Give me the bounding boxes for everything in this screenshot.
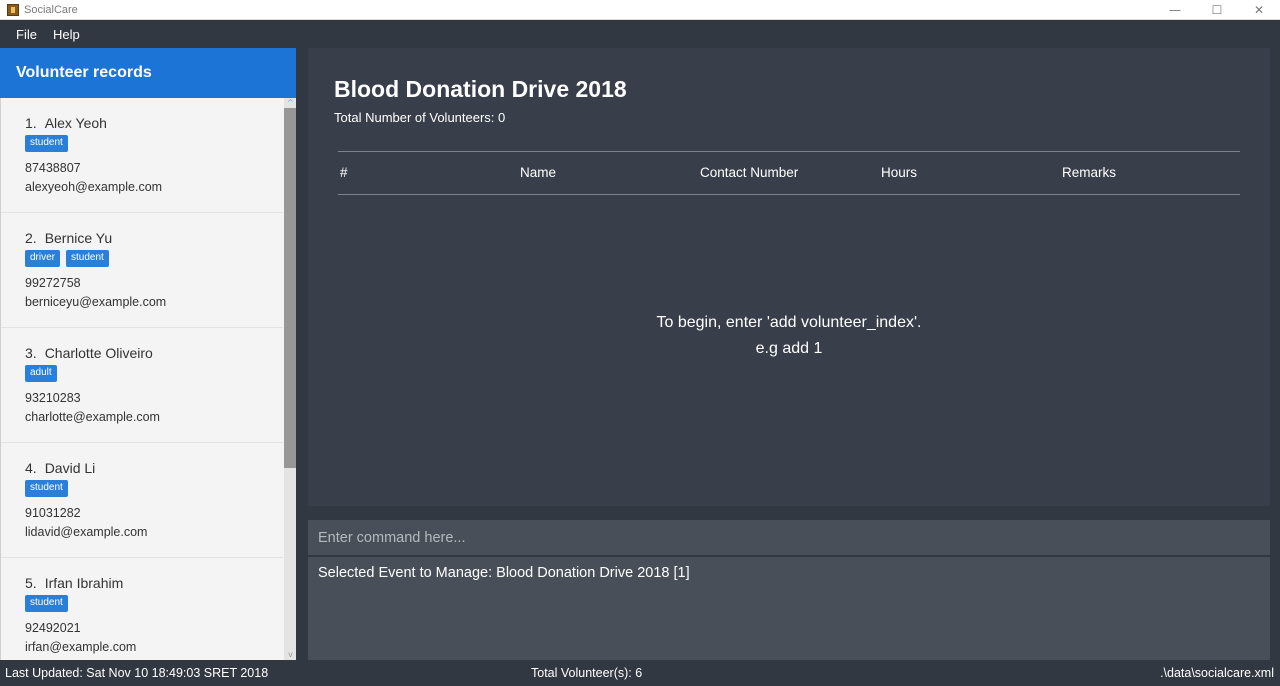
event-title: Blood Donation Drive 2018 [334,76,627,102]
result-text: Selected Event to Manage: Blood Donation… [318,565,690,581]
volunteer-name: Irfan Ibrahim [44,575,124,591]
volunteer-list-scrollbar[interactable]: ^ v [284,98,296,660]
column-remarks: Remarks [1062,165,1117,180]
empty-table-message: To begin, enter 'add volunteer_index'. e… [308,310,1270,362]
column-index: # [340,165,348,180]
volunteer-index: 3. [25,345,37,361]
volunteer-phone: 93210283 [25,391,81,405]
volunteer-card[interactable]: 3. Charlotte Oliveiro adult 93210283 char… [1,328,283,443]
volunteer-email: berniceyu@example.com [25,295,167,309]
volunteer-phone: 91031282 [25,506,81,520]
empty-message-line1: To begin, enter 'add volunteer_index'. [656,314,922,331]
column-hours: Hours [881,165,918,180]
volunteer-email: alexyeoh@example.com [25,180,163,194]
volunteer-email: lidavid@example.com [25,525,148,539]
status-bar: Last Updated: Sat Nov 10 18:49:03 SRET 2… [0,660,1280,686]
total-volunteers-status: Total Volunteer(s): 6 [531,666,643,680]
volunteer-tags: student [25,135,68,152]
volunteer-email: irfan@example.com [25,640,137,654]
volunteer-index: 4. [25,460,37,476]
volunteer-list: 1. Alex Yeoh student 87438807 alexyeoh@ex… [0,98,296,660]
event-volunteer-table-header: # Name Contact Number Hours Remarks [338,151,1240,195]
event-volunteer-count: Total Number of Volunteers: 0 [334,110,506,125]
menu-file[interactable]: File [8,27,45,42]
menu-bar: File Help [0,21,1280,48]
event-panel: Blood Donation Drive 2018 Total Number o… [308,48,1270,506]
volunteer-tags: adult [25,365,57,382]
window-title: SocialCare [24,3,78,16]
volunteer-email: charlotte@example.com [25,410,160,424]
window-title-bar: SocialCare — ☐ ✕ [0,0,1280,20]
volunteer-name: Bernice Yu [44,230,113,246]
window-controls: — ☐ ✕ [1154,0,1280,20]
tag-badge: driver [25,250,61,267]
volunteer-phone: 87438807 [25,161,81,175]
tag-badge: student [25,135,68,152]
volunteer-index: 5. [25,575,37,591]
volunteer-panel: Volunteer records 1. Alex Yeoh student 87… [0,48,296,660]
scroll-thumb[interactable] [284,108,296,468]
volunteer-index: 1. [25,115,37,131]
volunteer-card[interactable]: 2. Bernice Yu driver student 99272758 ber… [1,213,283,328]
volunteer-phone: 99272758 [25,276,81,290]
volunteer-name: Charlotte Oliveiro [44,345,153,361]
tag-badge: student [25,595,68,612]
tag-badge: student [66,250,109,267]
scroll-down-icon[interactable]: v [284,650,296,660]
volunteer-card[interactable]: 5. Irfan Ibrahim student 92492021 irfan@e… [1,558,283,660]
volunteer-name: Alex Yeoh [44,115,107,131]
volunteer-tags: driver student [25,250,109,267]
volunteer-tags: student [25,480,68,497]
result-display: Selected Event to Manage: Blood Donation… [308,557,1270,660]
tag-badge: adult [25,365,57,382]
scroll-up-icon[interactable]: ^ [284,98,296,108]
close-icon[interactable]: ✕ [1238,0,1280,20]
last-updated-status: Last Updated: Sat Nov 10 18:49:03 SRET 2… [5,666,269,680]
volunteer-panel-title: Volunteer records [0,48,296,98]
save-location-status: .\data\socialcare.xml [1160,666,1274,680]
maximize-icon[interactable]: ☐ [1196,0,1238,20]
tag-badge: student [25,480,68,497]
volunteer-phone: 92492021 [25,621,81,635]
volunteer-card[interactable]: 4. David Li student 91031282 lidavid@exam… [1,443,283,558]
empty-message-line2: e.g add 1 [755,340,823,357]
command-input[interactable] [308,520,1270,555]
column-name: Name [520,165,557,180]
volunteer-index: 2. [25,230,37,246]
volunteer-tags: student [25,595,68,612]
menu-help[interactable]: Help [45,27,88,42]
volunteer-card[interactable]: 1. Alex Yeoh student 87438807 alexyeoh@ex… [1,98,283,213]
app-icon [7,3,19,16]
minimize-icon[interactable]: — [1154,0,1196,20]
column-contact-number: Contact Number [700,165,799,180]
volunteer-name: David Li [44,460,96,476]
